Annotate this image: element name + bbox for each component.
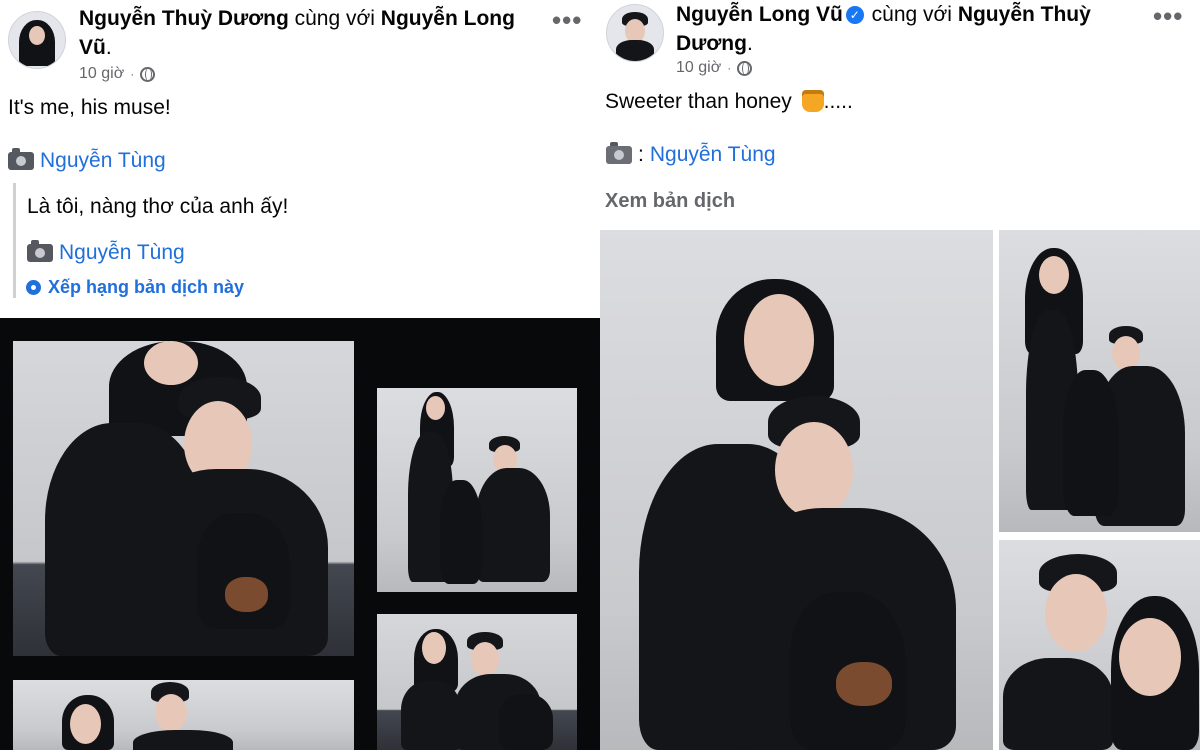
rate-translation-link[interactable]: Xếp hạng bản dịch này bbox=[26, 277, 244, 298]
avatar-face bbox=[29, 26, 45, 45]
avatar-long-vu[interactable] bbox=[606, 4, 664, 62]
post-caption: Sweeter than honey ..... bbox=[605, 90, 853, 114]
globe-icon[interactable] bbox=[140, 66, 156, 82]
author-name[interactable]: Nguyễn Thuỳ Dương bbox=[79, 7, 289, 30]
photo-gallery bbox=[0, 318, 600, 750]
photo-gallery bbox=[600, 230, 1200, 750]
post-caption: It's me, his muse! bbox=[8, 96, 171, 119]
tagged-period: . bbox=[105, 36, 112, 59]
left-post: Nguyễn Thuỳ Dương cùng với Nguyễn Long V… bbox=[0, 0, 600, 750]
see-translation-link[interactable]: Xem bản dịch bbox=[605, 190, 735, 213]
camera-icon bbox=[8, 148, 34, 170]
globe-icon[interactable] bbox=[737, 60, 753, 76]
photo-credit: Nguyễn Tùng bbox=[8, 148, 166, 173]
woman-dress bbox=[401, 681, 461, 750]
gallery-photo-standing[interactable] bbox=[377, 388, 577, 592]
with-text: cùng với bbox=[288, 7, 381, 30]
timestamp[interactable]: 10 giờ bbox=[79, 65, 124, 83]
screenshot-collage: Nguyễn Thuỳ Dương cùng với Nguyễn Long V… bbox=[0, 0, 1200, 750]
right-post: Nguyễn Long Vũ ✓ cùng với Nguyễn Thuỳ Dươ… bbox=[600, 0, 1200, 750]
translated-caption: Là tôi, nàng thơ của anh ấy! bbox=[27, 195, 289, 218]
gallery-photo-main[interactable] bbox=[13, 341, 354, 656]
rate-translation-label: Xếp hạng bản dịch này bbox=[48, 277, 245, 297]
more-options-button[interactable]: ••• bbox=[552, 7, 582, 33]
gallery-photo-couple-close[interactable] bbox=[999, 540, 1200, 750]
gallery-photo-couple-close[interactable] bbox=[13, 680, 354, 750]
man-suit bbox=[1003, 658, 1113, 750]
post-header: Nguyễn Thuỳ Dương cùng với Nguyễn Long V… bbox=[79, 4, 549, 62]
woman-face bbox=[744, 294, 814, 386]
man-suit bbox=[476, 468, 550, 582]
woman-face bbox=[1119, 618, 1181, 696]
doberman bbox=[1063, 370, 1119, 516]
woman-face bbox=[426, 396, 445, 420]
verified-badge-icon: ✓ bbox=[845, 6, 864, 24]
man-face bbox=[471, 642, 499, 676]
woman-face bbox=[144, 341, 198, 385]
gallery-photo-main[interactable] bbox=[600, 230, 993, 750]
post-meta: 10 giờ · bbox=[676, 59, 753, 77]
doberman bbox=[440, 480, 482, 584]
tagged-period: . bbox=[746, 32, 753, 55]
photo-credit: : Nguyễn Tùng bbox=[606, 142, 776, 167]
man-suit bbox=[133, 730, 233, 750]
more-options-button[interactable]: ••• bbox=[1153, 3, 1183, 29]
doberman-muzzle bbox=[836, 662, 892, 706]
man-face bbox=[1112, 336, 1140, 370]
camera-icon bbox=[27, 240, 53, 262]
gallery-photo-standing[interactable] bbox=[999, 230, 1200, 532]
honey-pot-icon bbox=[801, 90, 824, 112]
woman-face bbox=[422, 632, 446, 664]
meta-separator: · bbox=[130, 67, 135, 81]
man-face bbox=[155, 694, 187, 732]
author-name[interactable]: Nguyễn Long Vũ bbox=[676, 3, 843, 26]
gear-icon bbox=[26, 280, 41, 295]
translated-photographer-link[interactable]: Nguyễn Tùng bbox=[59, 241, 185, 265]
with-text: cùng với bbox=[865, 3, 958, 26]
caption-ellipsis: ..... bbox=[823, 90, 853, 113]
avatar-suit bbox=[616, 40, 654, 61]
photographer-link[interactable]: Nguyễn Tùng bbox=[40, 149, 166, 173]
doberman-muzzle bbox=[225, 577, 268, 612]
credit-colon: : bbox=[638, 143, 644, 166]
timestamp[interactable]: 10 giờ bbox=[676, 59, 721, 77]
doberman bbox=[499, 694, 553, 750]
camera-flash-icon bbox=[606, 142, 632, 164]
meta-separator: · bbox=[727, 61, 732, 75]
photographer-link[interactable]: Nguyễn Tùng bbox=[650, 143, 776, 167]
man-face bbox=[775, 422, 853, 518]
gallery-photo-seated[interactable] bbox=[377, 614, 577, 750]
man-face bbox=[1045, 574, 1107, 652]
translated-credit: Nguyễn Tùng bbox=[27, 240, 587, 265]
post-meta: 10 giờ · bbox=[79, 65, 156, 83]
woman-face bbox=[70, 704, 101, 744]
avatar-thuy-duong[interactable] bbox=[8, 11, 66, 69]
woman-face bbox=[1039, 256, 1069, 294]
caption-text: Sweeter than honey bbox=[605, 90, 792, 113]
post-header: Nguyễn Long Vũ ✓ cùng với Nguyễn Thuỳ Dươ… bbox=[676, 0, 1146, 58]
